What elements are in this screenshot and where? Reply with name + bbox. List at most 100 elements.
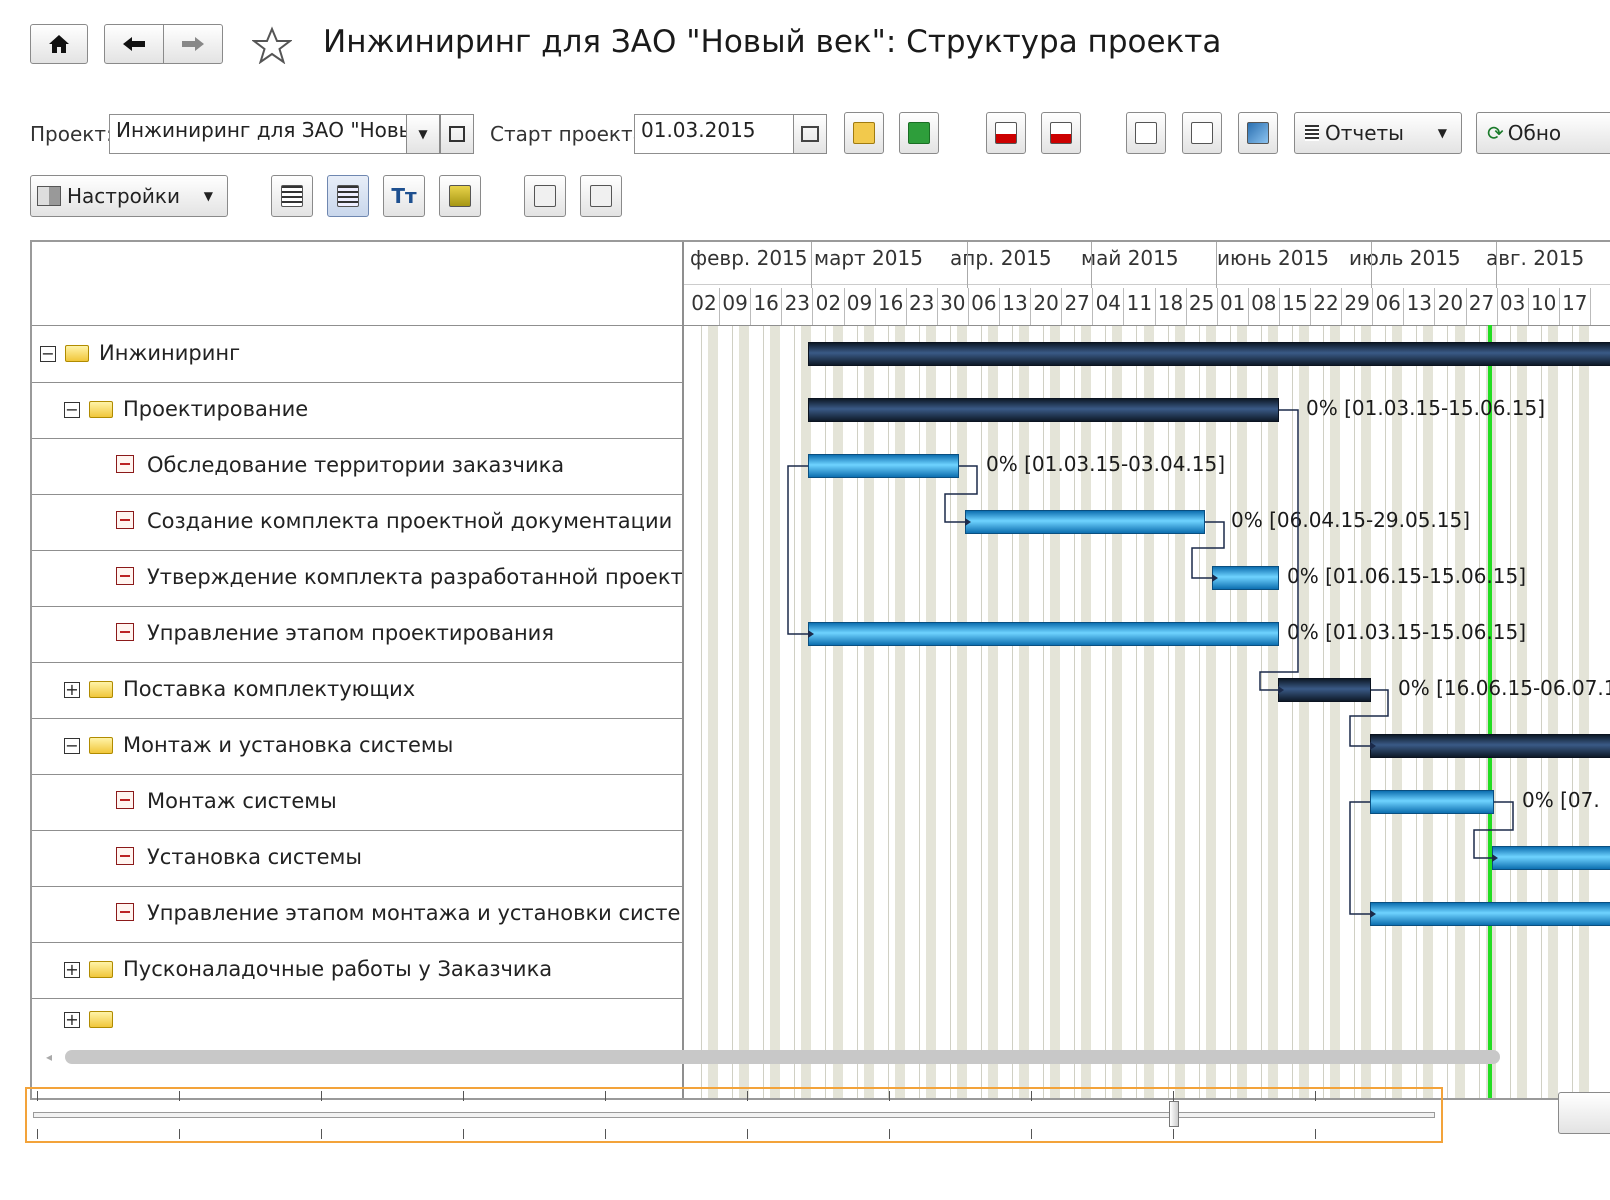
tree-row-label: Проектирование xyxy=(123,397,309,421)
project-input[interactable]: Инжиниринг для ЗАО "Новый xyxy=(109,114,407,154)
upload-folder-button[interactable] xyxy=(844,112,884,154)
slider-track xyxy=(33,1112,1435,1118)
project-open-button[interactable] xyxy=(440,114,474,154)
dr-report-icon xyxy=(1050,122,1072,144)
expand-icon[interactable]: + xyxy=(64,962,80,978)
chevron-down-icon: ▼ xyxy=(203,189,213,203)
task-icon xyxy=(116,455,134,473)
text-format-icon: Tт xyxy=(391,184,417,208)
chevron-down-icon: ▼ xyxy=(418,127,428,141)
dds-report-icon xyxy=(995,122,1017,144)
task-icon xyxy=(116,903,134,921)
list-view-icon xyxy=(337,185,359,207)
slider-tick xyxy=(1173,1091,1174,1101)
slider-tick xyxy=(37,1129,38,1139)
forward-button[interactable] xyxy=(163,24,223,64)
slider-tick xyxy=(321,1129,322,1139)
slider-tick xyxy=(463,1129,464,1139)
folder-up-icon xyxy=(853,122,875,144)
list-view-button[interactable] xyxy=(327,175,369,217)
settings-dropdown-button[interactable]: Настройки ▼ xyxy=(30,175,228,217)
horizontal-scrollbar[interactable] xyxy=(65,1050,1500,1064)
tree-row-installation-management[interactable]: Управление этапом монтажа и установки си… xyxy=(32,886,682,943)
expand-icon[interactable]: + xyxy=(64,682,80,698)
text-format-button[interactable]: Tт xyxy=(383,175,425,217)
slider-tick xyxy=(1031,1091,1032,1101)
scroll-left-arrow[interactable]: ◂ xyxy=(46,1050,52,1064)
reports-label: Отчеты xyxy=(1325,121,1404,145)
tree-row-label: Создание комплекта проектной документаци… xyxy=(147,509,673,533)
back-button[interactable] xyxy=(104,24,164,64)
tree-row-label: Обследование территории заказчика xyxy=(147,453,565,477)
tree-row-label: Поставка комплектующих xyxy=(123,677,416,701)
chevron-down-icon: ▼ xyxy=(1437,126,1447,140)
tree-row-label: Пусконаладочные работы у Заказчика xyxy=(123,957,553,981)
layers-button[interactable] xyxy=(1238,112,1278,154)
collapse-icon[interactable]: − xyxy=(40,346,56,362)
paste-structure-button[interactable] xyxy=(580,175,622,217)
tree-row-installation[interactable]: − Монтаж и установка системы xyxy=(32,718,682,775)
hierarchy-button[interactable] xyxy=(439,175,481,217)
tree-row-commissioning[interactable]: + Пусконаладочные работы у Заказчика xyxy=(32,942,682,999)
folder-icon xyxy=(89,681,113,698)
collapse-icon[interactable]: − xyxy=(64,402,80,418)
slider-tick xyxy=(463,1091,464,1101)
reports-dropdown-button[interactable]: Отчеты ▼ xyxy=(1294,112,1462,154)
slider-tick xyxy=(179,1129,180,1139)
refresh-label: Обно xyxy=(1507,121,1562,145)
project-structure-panel: − Инжиниринг − Проектирование Обследован… xyxy=(30,240,1610,1100)
refresh-icon: ⟳ xyxy=(1487,121,1504,145)
calendar-button[interactable] xyxy=(793,114,827,154)
timeline-scale-slider[interactable] xyxy=(25,1087,1443,1143)
slider-tick xyxy=(1173,1129,1174,1139)
layers-icon xyxy=(1247,122,1269,144)
home-button[interactable] xyxy=(30,24,88,64)
task-icon xyxy=(116,567,134,585)
report-dr-button[interactable] xyxy=(1041,112,1081,154)
slider-tick xyxy=(889,1091,890,1101)
tree-row-setup[interactable]: Установка системы xyxy=(32,830,682,887)
report-list-icon xyxy=(1305,125,1319,141)
tree-row-design-management[interactable]: Управление этапом проектирования xyxy=(32,606,682,663)
side-button[interactable] xyxy=(1558,1092,1610,1134)
slider-tick xyxy=(747,1091,748,1101)
tree-row-design[interactable]: − Проектирование xyxy=(32,382,682,439)
copy-structure-button[interactable] xyxy=(524,175,566,217)
copy-structure-icon xyxy=(534,185,556,207)
book-button[interactable] xyxy=(899,112,939,154)
tree-row-mounting[interactable]: Монтаж системы xyxy=(32,774,682,831)
hierarchy-icon xyxy=(449,185,471,207)
tree-view-button[interactable] xyxy=(271,175,313,217)
slider-tick xyxy=(1315,1129,1316,1139)
report-dds-button[interactable] xyxy=(986,112,1026,154)
tree-row-survey[interactable]: Обследование территории заказчика xyxy=(32,438,682,495)
folder-icon xyxy=(89,1011,113,1028)
tree-row-approval[interactable]: Утверждение комплекта разработанной прое… xyxy=(32,550,682,607)
tree-row-label: Инжиниринг xyxy=(99,341,241,365)
edit-pencil-icon xyxy=(1135,122,1157,144)
slider-tick xyxy=(605,1129,606,1139)
project-dropdown-button[interactable]: ▼ xyxy=(406,114,440,154)
tree-row-supply[interactable]: + Поставка комплектующих xyxy=(32,662,682,719)
expand-icon[interactable]: + xyxy=(64,1012,80,1028)
collapse-icon[interactable]: − xyxy=(64,738,80,754)
tree-row-unnamed[interactable]: + xyxy=(32,998,682,1055)
slider-tick xyxy=(605,1091,606,1101)
tree-row-label: Монтаж системы xyxy=(147,789,337,813)
open-window-icon xyxy=(449,126,465,142)
edit-pr-button[interactable] xyxy=(1182,112,1222,154)
start-label: Старт проекта: xyxy=(490,122,652,146)
edit-document-button[interactable] xyxy=(1126,112,1166,154)
task-icon xyxy=(116,791,134,809)
folder-icon xyxy=(89,961,113,978)
tree-row-label: Утверждение комплекта разработанной прое… xyxy=(147,565,682,589)
tree-row-engineering[interactable]: − Инжиниринг xyxy=(32,326,682,383)
tree-row-documentation[interactable]: Создание комплекта проектной документаци… xyxy=(32,494,682,551)
refresh-button[interactable]: ⟳ Обно xyxy=(1476,112,1610,154)
favorite-star-icon[interactable] xyxy=(251,26,293,68)
task-icon xyxy=(116,847,134,865)
start-date-input[interactable]: 01.03.2015 xyxy=(634,114,794,154)
slider-handle[interactable] xyxy=(1169,1101,1179,1127)
project-label: Проект: xyxy=(30,122,113,146)
folder-icon xyxy=(89,401,113,418)
